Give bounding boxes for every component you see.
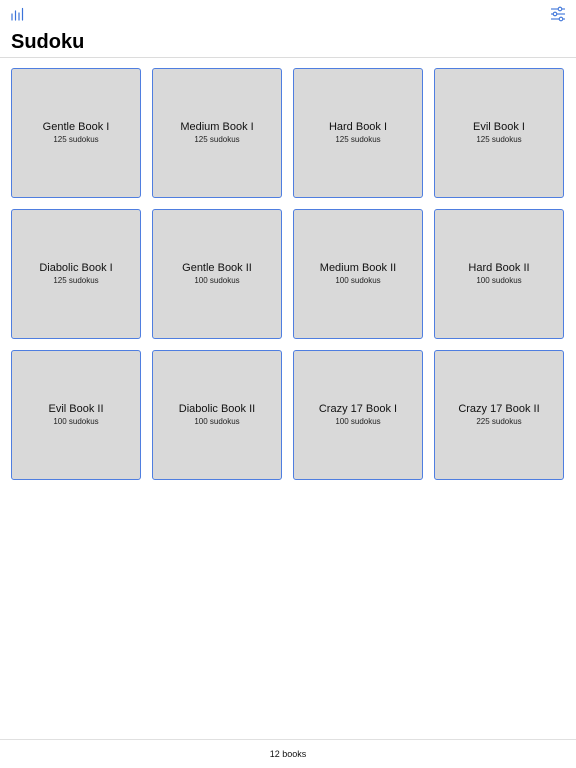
book-count: 225 sudokus xyxy=(476,417,522,426)
book-count: 100 sudokus xyxy=(194,276,240,285)
book-count: 100 sudokus xyxy=(194,417,240,426)
book-title: Gentle Book II xyxy=(182,262,252,274)
book-card-hard-ii[interactable]: Hard Book II 100 sudokus xyxy=(434,209,564,339)
book-title: Gentle Book I xyxy=(42,121,110,133)
book-count: 100 sudokus xyxy=(335,276,381,285)
book-title: Medium Book I xyxy=(180,121,254,133)
book-card-evil-ii[interactable]: Evil Book II 100 sudokus xyxy=(11,350,141,480)
book-count: 100 sudokus xyxy=(476,276,522,285)
header-divider xyxy=(0,57,576,58)
bar-chart-icon[interactable] xyxy=(9,6,25,22)
book-card-evil-i[interactable]: Evil Book I 125 sudokus xyxy=(434,68,564,198)
book-count: 125 sudokus xyxy=(53,135,99,144)
top-toolbar xyxy=(0,0,576,26)
book-title: Hard Book II xyxy=(468,262,530,274)
book-card-hard-i[interactable]: Hard Book I 125 sudokus xyxy=(293,68,423,198)
book-card-gentle-ii[interactable]: Gentle Book II 100 sudokus xyxy=(152,209,282,339)
book-title: Crazy 17 Book II xyxy=(458,403,540,415)
book-card-crazy17-ii[interactable]: Crazy 17 Book II 225 sudokus xyxy=(434,350,564,480)
book-count: 100 sudokus xyxy=(335,417,381,426)
sudoku-library-screen: Sudoku Gentle Book I 125 sudokus Medium … xyxy=(0,0,576,768)
book-title: Evil Book II xyxy=(48,403,104,415)
sliders-icon[interactable] xyxy=(549,5,567,23)
book-card-medium-ii[interactable]: Medium Book II 100 sudokus xyxy=(293,209,423,339)
book-title: Crazy 17 Book I xyxy=(318,403,398,415)
book-title: Diabolic Book I xyxy=(39,262,113,274)
book-card-gentle-i[interactable]: Gentle Book I 125 sudokus xyxy=(11,68,141,198)
book-count: 125 sudokus xyxy=(335,135,381,144)
book-card-crazy17-i[interactable]: Crazy 17 Book I 100 sudokus xyxy=(293,350,423,480)
page-title: Sudoku xyxy=(11,31,85,53)
book-grid: Gentle Book I 125 sudokus Medium Book I … xyxy=(11,68,565,480)
book-count: 125 sudokus xyxy=(53,276,99,285)
book-title: Hard Book I xyxy=(328,121,388,133)
footer-book-count: 12 books xyxy=(269,749,307,759)
book-count: 100 sudokus xyxy=(53,417,99,426)
book-count: 125 sudokus xyxy=(476,135,522,144)
book-card-medium-i[interactable]: Medium Book I 125 sudokus xyxy=(152,68,282,198)
book-title: Medium Book II xyxy=(319,262,397,274)
book-title: Diabolic Book II xyxy=(178,403,256,415)
book-card-diabolic-ii[interactable]: Diabolic Book II 100 sudokus xyxy=(152,350,282,480)
book-card-diabolic-i[interactable]: Diabolic Book I 125 sudokus xyxy=(11,209,141,339)
book-title: Evil Book I xyxy=(473,121,525,133)
book-count: 125 sudokus xyxy=(194,135,240,144)
